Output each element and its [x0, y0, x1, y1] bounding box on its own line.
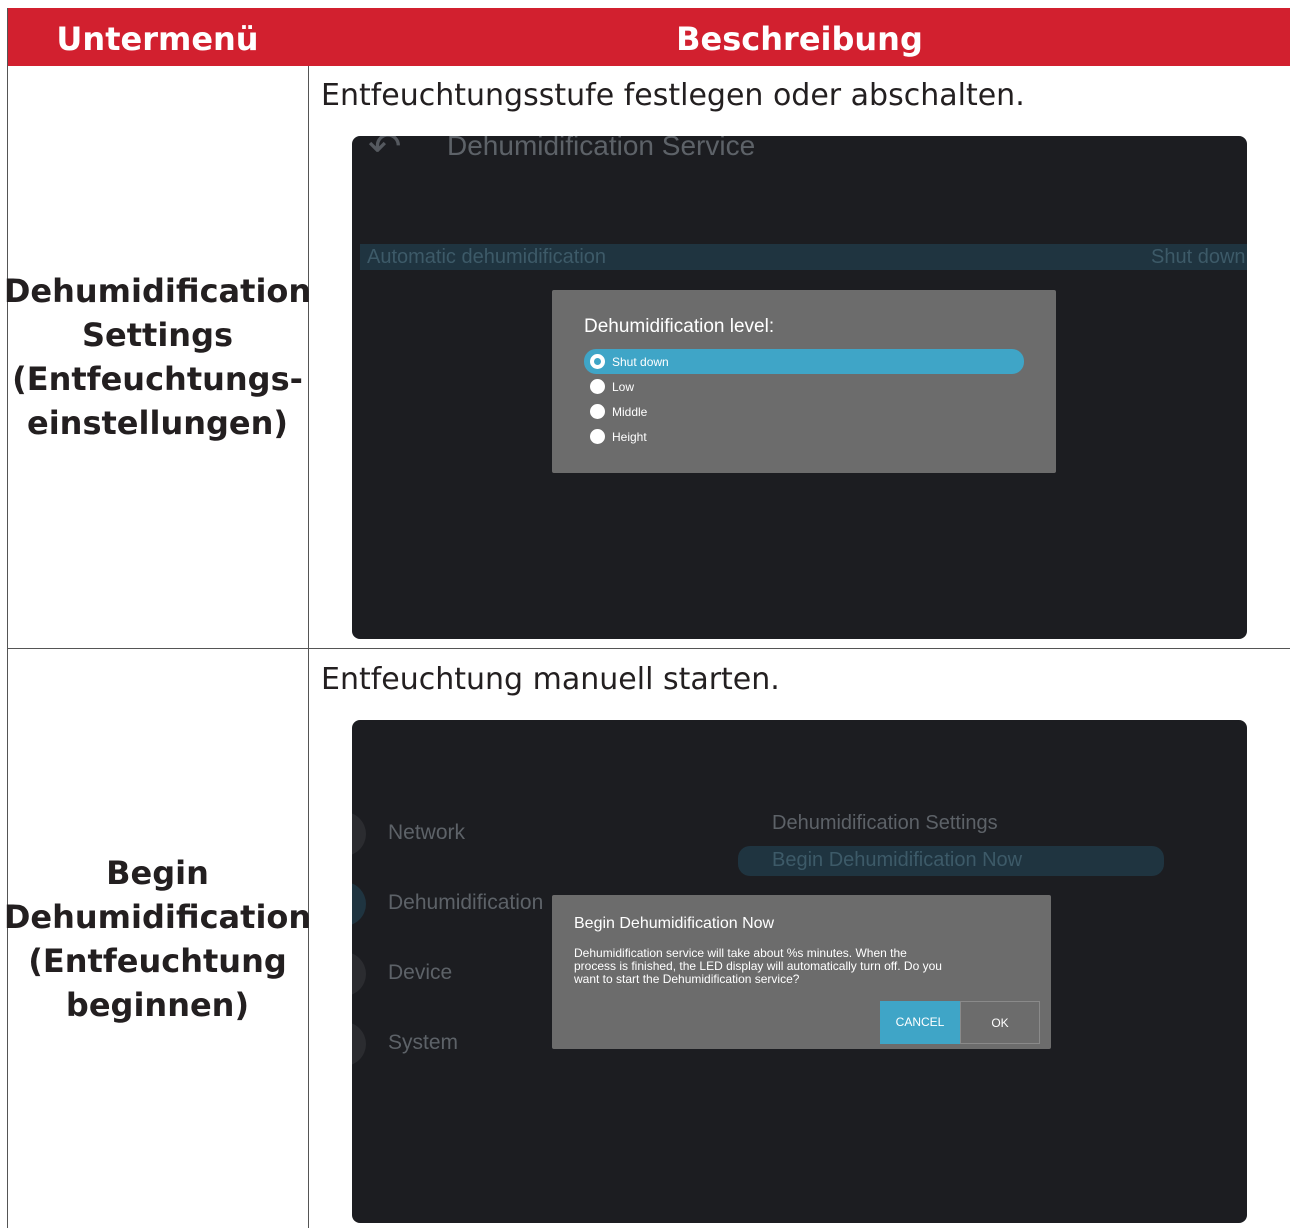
row1-submenu-cell: Dehumidification Settings (Entfeuchtungs… — [3, 66, 312, 648]
table-column-divider — [308, 66, 309, 1228]
setting-label: Automatic dehumidification — [367, 246, 607, 268]
row1-submenu-line1: Dehumidification — [3, 272, 312, 310]
dehumidification-icon — [352, 882, 366, 926]
menu-device[interactable]: Device — [388, 961, 452, 985]
begin-dehumidification-dialog: Begin Dehumidification Now Dehumidificat… — [552, 895, 1051, 1049]
radio-icon — [590, 404, 605, 419]
option-label: Shut down — [612, 354, 669, 369]
option-shut-down[interactable]: Shut down — [584, 349, 1024, 374]
dialog-title: Begin Dehumidification Now — [574, 915, 775, 932]
row2-submenu-line4: beginnen) — [65, 985, 250, 1024]
screen-title: Dehumidification Service — [447, 136, 756, 161]
cancel-button[interactable]: CANCEL — [880, 1001, 960, 1044]
row1-submenu-line4: einstellungen) — [27, 404, 289, 442]
dialog-message-line3: want to start the Dehumidification servi… — [574, 972, 800, 986]
dehumidification-settings-screenshot: ↶ Dehumidification Service Automatic deh… — [352, 136, 1247, 639]
row2-submenu-line1: Begin — [106, 853, 209, 892]
radio-selected-icon — [590, 354, 605, 369]
back-arrow-icon: ↶ — [368, 136, 402, 169]
header-description: Beschreibung — [676, 20, 923, 58]
menu-system[interactable]: System — [388, 1031, 458, 1055]
row2-submenu-line2: Dehumidification — [3, 897, 312, 936]
network-icon — [352, 812, 366, 856]
row2-submenu-cell: Begin Dehumidification (Entfeuchtung beg… — [3, 649, 312, 1228]
menu-network[interactable]: Network — [388, 821, 465, 845]
option-low[interactable]: Low — [584, 374, 1024, 399]
option-height[interactable]: Height — [584, 424, 1024, 449]
radio-icon — [590, 429, 605, 444]
row1-submenu-line3: (Entfeuchtungs- — [12, 360, 303, 398]
option-middle[interactable]: Middle — [584, 399, 1024, 424]
setting-value: Shut down — [1151, 246, 1246, 268]
table-header: Untermenü Beschreibung — [7, 8, 1290, 66]
dehumidification-level-dialog: Dehumidification level: Shut down Low Mi… — [552, 290, 1056, 473]
submenu-begin-dehumidification[interactable]: Begin Dehumidification Now — [772, 849, 1022, 872]
header-submenu: Untermenü — [56, 20, 259, 58]
system-icon — [352, 1022, 366, 1066]
option-label: Height — [612, 429, 647, 444]
dialog-message: Dehumidification service will take about… — [574, 947, 942, 986]
menu-dehumidification[interactable]: Dehumidification — [388, 891, 543, 915]
dialog-title: Dehumidification level: — [584, 316, 775, 337]
option-label: Low — [612, 379, 635, 394]
ok-button[interactable]: OK — [960, 1001, 1040, 1044]
description-table: Untermenü Beschreibung Dehumidification … — [3, 8, 1290, 1228]
begin-dehumidification-screenshot: Network Dehumidification Device System D… — [352, 720, 1247, 1223]
row2-description: Entfeuchtung manuell starten. — [321, 662, 780, 697]
radio-icon — [590, 379, 605, 394]
row1-description: Entfeuchtungsstufe festlegen oder abscha… — [321, 78, 1025, 113]
submenu-dehumidification-settings[interactable]: Dehumidification Settings — [772, 812, 998, 835]
option-label: Middle — [612, 404, 648, 419]
row2-submenu-line3: (Entfeuchtung — [28, 941, 287, 980]
row1-submenu-line2: Settings — [81, 316, 234, 354]
device-icon — [352, 952, 366, 996]
